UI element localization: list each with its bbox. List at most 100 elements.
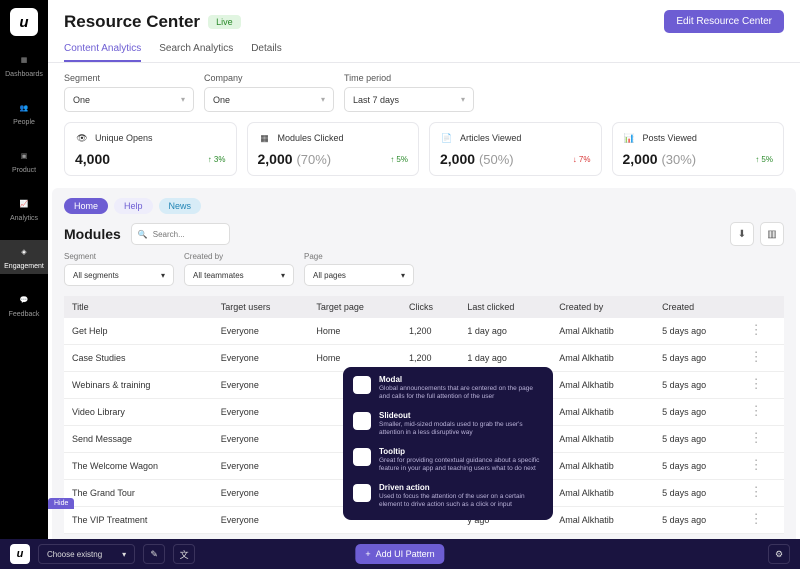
modules-title: Modules xyxy=(64,226,121,242)
stat-card: ▦Modules Clicked 2,000 (70%) ↑ 5% xyxy=(247,122,420,176)
hide-button[interactable]: Hide xyxy=(48,498,74,509)
nav-people[interactable]: 👥 People xyxy=(0,96,48,130)
row-menu-button[interactable]: ⋮ xyxy=(750,484,763,499)
popover-item[interactable]: Modal Global announcements that are cent… xyxy=(353,375,543,402)
bottom-logo[interactable]: u xyxy=(10,544,30,564)
search-box[interactable]: 🔍 xyxy=(131,223,230,245)
feedback-icon: 💬 xyxy=(16,292,32,308)
chevron-down-icon: ▾ xyxy=(461,95,465,104)
plus-icon: + xyxy=(365,549,370,559)
cell-page: Home xyxy=(308,318,401,345)
cell-created: 5 days ago xyxy=(654,480,742,507)
sub-createdby-select[interactable]: All teammates▾ xyxy=(184,264,294,286)
nav-analytics[interactable]: 📈 Analytics xyxy=(0,192,48,226)
settings-button[interactable]: ⚙ xyxy=(768,544,790,564)
sub-page-select[interactable]: All pages▾ xyxy=(304,264,414,286)
pattern-title: Slideout xyxy=(379,411,543,420)
filter-company-select[interactable]: One▾ xyxy=(204,87,334,112)
cell-by: Amal Alkhatib xyxy=(551,318,654,345)
stat-value: 2,000 (30%) xyxy=(623,151,697,167)
search-icon: 🔍 xyxy=(138,230,148,239)
cell-users: Everyone xyxy=(213,399,309,426)
row-menu-button[interactable]: ⋮ xyxy=(750,403,763,418)
popover-item[interactable]: Driven action Used to focus the attentio… xyxy=(353,483,543,510)
cell-created: 5 days ago xyxy=(654,345,742,372)
sub-page-label: Page xyxy=(304,252,414,261)
sidebar: u ▦ Dashboards 👥 People ▣ Product 📈 Anal… xyxy=(0,0,48,539)
nav-dashboards[interactable]: ▦ Dashboards xyxy=(0,48,48,82)
cell-created: 5 days ago xyxy=(654,507,742,534)
row-menu-button[interactable]: ⋮ xyxy=(750,349,763,364)
popover-item[interactable]: Tooltip Great for providing contextual g… xyxy=(353,447,543,474)
cell-users: Everyone xyxy=(213,453,309,480)
column-header[interactable]: Created by xyxy=(551,296,654,318)
popover-item[interactable]: Slideout Smaller, mid-sized modals used … xyxy=(353,411,543,438)
content: Resource Center Live Edit Resource Cente… xyxy=(48,0,800,539)
row-menu-button[interactable]: ⋮ xyxy=(750,430,763,445)
product-icon: ▣ xyxy=(16,148,32,164)
column-header[interactable]: Last clicked xyxy=(459,296,551,318)
column-header[interactable]: Clicks xyxy=(401,296,459,318)
logo[interactable]: u xyxy=(10,8,38,36)
download-icon: ⬇ xyxy=(738,229,746,240)
stat-icon: 👁 xyxy=(75,131,89,145)
filter-period-select[interactable]: Last 7 days▾ xyxy=(344,87,474,112)
tab-content-analytics[interactable]: Content Analytics xyxy=(64,43,141,62)
sub-segment-label: Segment xyxy=(64,252,174,261)
chevron-down-icon: ▾ xyxy=(281,271,285,280)
pattern-desc: Used to focus the attention of the user … xyxy=(379,493,543,510)
stat-card: 📊Posts Viewed 2,000 (30%) ↑ 5% xyxy=(612,122,785,176)
cell-title: Send Message xyxy=(64,426,213,453)
cell-title: Case Studies xyxy=(64,345,213,372)
column-header[interactable] xyxy=(742,296,784,318)
tab-details[interactable]: Details xyxy=(251,43,282,62)
choose-existing-select[interactable]: Choose existng▾ xyxy=(38,544,135,564)
tab-search-analytics[interactable]: Search Analytics xyxy=(159,43,233,62)
columns-icon: ▥ xyxy=(767,229,776,240)
sub-createdby-label: Created by xyxy=(184,252,294,261)
pattern-popover: Modal Global announcements that are cent… xyxy=(343,367,553,520)
column-header[interactable]: Target users xyxy=(213,296,309,318)
filter-company-label: Company xyxy=(204,73,334,83)
stat-label: Articles Viewed xyxy=(460,133,521,143)
pattern-desc: Great for providing contextual guidance … xyxy=(379,457,543,474)
edit-resource-button[interactable]: Edit Resource Center xyxy=(664,10,784,33)
column-header[interactable]: Created xyxy=(654,296,742,318)
column-header[interactable]: Title xyxy=(64,296,213,318)
search-input[interactable] xyxy=(153,230,223,239)
row-menu-button[interactable]: ⋮ xyxy=(750,457,763,472)
cell-last: 1 day ago xyxy=(459,318,551,345)
people-icon: 👥 xyxy=(16,100,32,116)
language-button[interactable]: 文 xyxy=(173,544,195,564)
columns-button[interactable]: ▥ xyxy=(760,222,784,246)
stat-label: Modules Clicked xyxy=(278,133,344,143)
chevron-down-icon: ▾ xyxy=(122,550,126,559)
cell-users: Everyone xyxy=(213,426,309,453)
stat-label: Unique Opens xyxy=(95,133,153,143)
filter-segment-select[interactable]: One▾ xyxy=(64,87,194,112)
pill-tabs: Home Help News xyxy=(64,198,201,214)
edit-pencil-button[interactable]: ✎ xyxy=(143,544,165,564)
pill-news[interactable]: News xyxy=(159,198,202,214)
sub-segment-select[interactable]: All segments▾ xyxy=(64,264,174,286)
nav-engagement[interactable]: ◈ Engagement xyxy=(0,240,48,274)
stat-delta: ↑ 5% xyxy=(755,155,773,164)
page-title: Resource Center xyxy=(64,12,200,32)
cell-by: Amal Alkhatib xyxy=(551,507,654,534)
row-menu-button[interactable]: ⋮ xyxy=(750,511,763,526)
cell-by: Amal Alkhatib xyxy=(551,453,654,480)
pill-help[interactable]: Help xyxy=(114,198,153,214)
row-menu-button[interactable]: ⋮ xyxy=(750,376,763,391)
pill-home[interactable]: Home xyxy=(64,198,108,214)
nav-feedback[interactable]: 💬 Feedback xyxy=(0,288,48,322)
download-button[interactable]: ⬇ xyxy=(730,222,754,246)
column-header[interactable]: Target page xyxy=(308,296,401,318)
pencil-icon: ✎ xyxy=(150,549,158,560)
stat-value: 2,000 (50%) xyxy=(440,151,514,167)
cell-by: Amal Alkhatib xyxy=(551,480,654,507)
table-row[interactable]: Get Help Everyone Home 1,200 1 day ago A… xyxy=(64,318,784,345)
row-menu-button[interactable]: ⋮ xyxy=(750,322,763,337)
stats-row: 👁Unique Opens 4,000 ↑ 3% ▦Modules Clicke… xyxy=(48,122,800,188)
add-ui-pattern-button[interactable]: +Add UI Pattern xyxy=(355,544,444,564)
nav-product[interactable]: ▣ Product xyxy=(0,144,48,178)
